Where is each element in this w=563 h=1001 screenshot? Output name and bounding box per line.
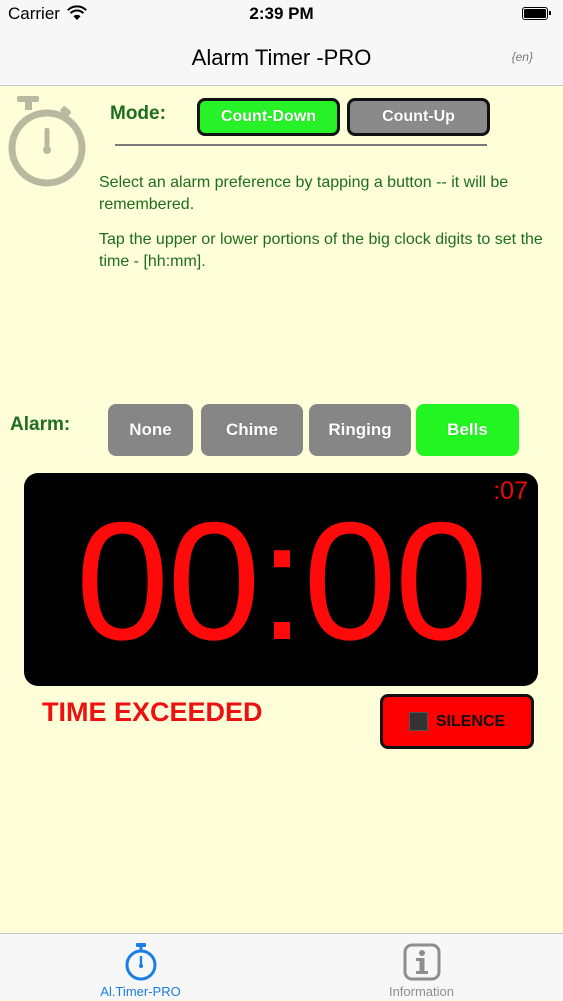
nav-bar: Alarm Timer -PRO {en} <box>0 28 563 86</box>
alarm-label: Alarm: <box>10 414 71 435</box>
instruction-text: Tap the upper or lower portions of the b… <box>99 231 543 270</box>
status-bar: Carrier 2:39 PM <box>0 0 563 28</box>
language-indicator: {en} <box>511 50 533 64</box>
divider <box>115 144 487 146</box>
alarm-bells-button[interactable]: Bells <box>416 404 519 456</box>
stopwatch-icon <box>8 96 86 187</box>
page-title: Alarm Timer -PRO <box>191 45 372 70</box>
tab-label: Al.Timer-PRO <box>100 984 181 999</box>
alarm-chime-button[interactable]: Chime <box>201 404 303 456</box>
alarm-none-button[interactable]: None <box>108 404 193 456</box>
battery-icon <box>522 7 551 20</box>
silence-label: SILENCE <box>435 712 506 730</box>
tab-bar: Al.Timer-PRO Information <box>0 933 563 1000</box>
clock-display[interactable]: :07 00:00 <box>24 473 538 686</box>
alarm-ringing-button[interactable]: Ringing <box>309 404 411 456</box>
stop-icon <box>408 712 428 731</box>
info-icon <box>403 943 441 981</box>
tab-information[interactable]: Information <box>281 934 562 1001</box>
tab-timer[interactable]: Al.Timer-PRO <box>0 934 281 1001</box>
count-down-button[interactable]: Count-Down <box>197 98 340 136</box>
status-time: 2:39 PM <box>249 4 314 23</box>
clock-digits[interactable]: 00:00 <box>24 481 538 681</box>
count-up-button[interactable]: Count-Up <box>347 98 490 136</box>
silence-button[interactable]: SILENCE <box>380 694 534 749</box>
stopwatch-icon <box>125 943 157 981</box>
tab-label: Information <box>388 984 455 999</box>
time-exceeded-label: TIME EXCEEDED <box>42 697 263 727</box>
mode-label: Mode: <box>110 103 166 124</box>
instruction-text: Select an alarm preference by tapping a … <box>99 174 509 213</box>
